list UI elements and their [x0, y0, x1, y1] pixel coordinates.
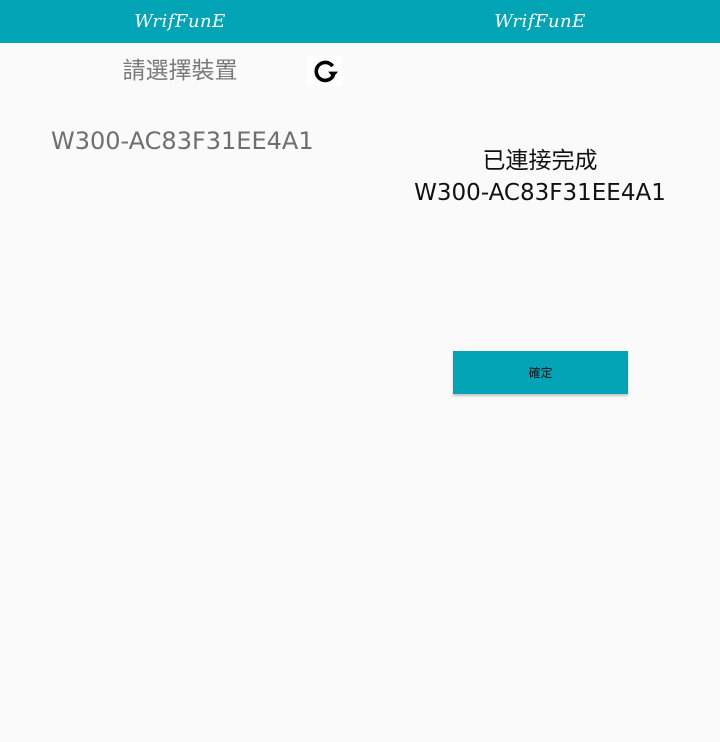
confirm-button[interactable]: 確定: [453, 351, 628, 394]
app-bar: WrifFunE: [0, 0, 360, 43]
connection-status-text: 已連接完成: [482, 148, 598, 174]
connected-screen: WrifFunE 已連接完成 W300-AC83F31EE4A1 確定: [360, 0, 720, 742]
app-logo: WrifFunE: [134, 11, 226, 32]
refresh-icon: [314, 60, 338, 83]
app-bar: WrifFunE: [360, 0, 720, 43]
device-select-screen: WrifFunE 請選擇裝置 W300-AC83F31EE4A1: [0, 0, 360, 742]
device-list-item[interactable]: W300-AC83F31EE4A1: [51, 124, 314, 158]
page-title: 請選擇裝置: [122, 58, 238, 84]
refresh-button[interactable]: [307, 56, 343, 86]
app-logo: WrifFunE: [494, 11, 586, 32]
screenshot-pair: WrifFunE 請選擇裝置 W300-AC83F31EE4A1 WrifFun…: [0, 0, 720, 742]
connected-device-name: W300-AC83F31EE4A1: [414, 180, 666, 206]
